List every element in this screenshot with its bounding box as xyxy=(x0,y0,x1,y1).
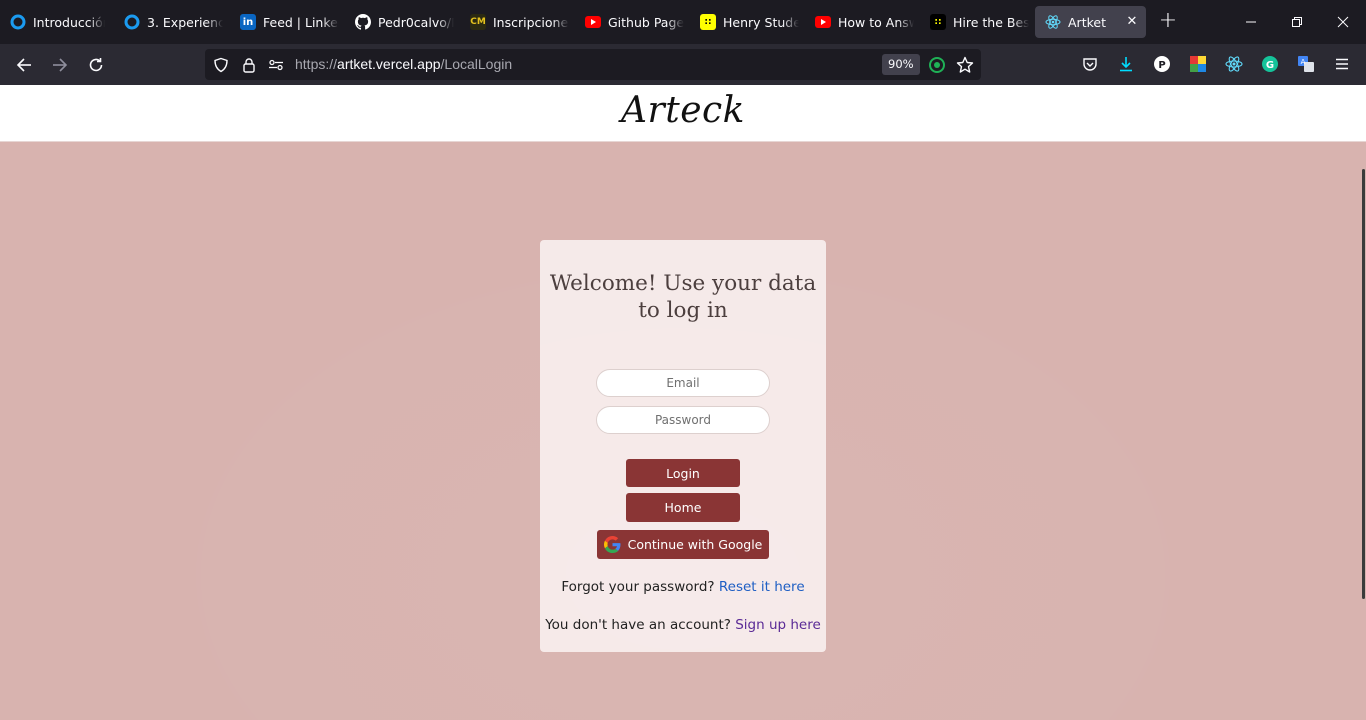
extension-colorful-icon[interactable] xyxy=(1187,53,1209,75)
signup-line: You don't have an account? Sign up here xyxy=(540,617,826,633)
tab-title: Inscripciones xyxy=(493,14,569,30)
cm-icon: CM xyxy=(470,14,486,30)
linkedin-icon: in xyxy=(240,14,256,30)
translate-icon[interactable]: A xyxy=(1295,53,1317,75)
google-icon xyxy=(603,536,621,553)
page-scrollbar[interactable] xyxy=(1360,142,1366,720)
forgot-password-text: Forgot your password? xyxy=(561,579,715,595)
shield-icon[interactable] xyxy=(212,56,230,74)
tab-github-pages[interactable]: Github Pages xyxy=(575,6,687,38)
tab-title: 3. Experiencia xyxy=(147,14,223,30)
tab-title: Feed | LinkedIn xyxy=(263,14,339,30)
grammarly-icon[interactable]: G xyxy=(1259,53,1281,75)
login-button[interactable]: Login xyxy=(626,459,740,487)
circle-o-icon xyxy=(124,14,140,30)
forward-arrow-icon[interactable] xyxy=(47,52,73,78)
tab-artket[interactable]: Artket ✕ xyxy=(1035,6,1146,38)
tab-henry-students[interactable]: :: Henry Students xyxy=(690,6,802,38)
tab-introduccion[interactable]: Introducción xyxy=(0,6,112,38)
tab-experiencia[interactable]: 3. Experiencia xyxy=(114,6,226,38)
login-heading: Welcome! Use your data to log in xyxy=(549,271,817,323)
new-tab-icon[interactable]: + xyxy=(1156,10,1180,34)
scrollbar-thumb[interactable] xyxy=(1362,169,1365,599)
tab-title: Hire the Best xyxy=(953,14,1029,30)
zoom-level-badge[interactable]: 90% xyxy=(882,54,920,75)
tab-inscripciones[interactable]: CM Inscripciones xyxy=(460,6,572,38)
tab-title: Github Pages xyxy=(608,14,684,30)
google-signin-button[interactable]: Continue with Google xyxy=(597,530,769,559)
page-viewport: Arteck Welcome! Use your data to log in … xyxy=(0,85,1366,720)
tab-title: Artket xyxy=(1068,14,1106,30)
signup-link[interactable]: Sign up here xyxy=(735,617,821,633)
react-icon xyxy=(1045,14,1061,30)
site-logo[interactable]: Arteck xyxy=(0,90,1366,131)
lock-icon[interactable] xyxy=(240,56,258,74)
tab-hire-the-best[interactable]: :: Hire the Best xyxy=(920,6,1032,38)
reset-password-link[interactable]: Reset it here xyxy=(719,579,805,595)
navigation-toolbar: https://artket.vercel.app/LocalLogin 90%… xyxy=(0,44,1366,85)
svg-text:P: P xyxy=(1158,60,1165,71)
extension-ring-icon[interactable] xyxy=(928,56,946,74)
email-field[interactable] xyxy=(596,369,770,397)
henry-icon: :: xyxy=(700,14,716,30)
tab-title: Pedr0calvo/PI xyxy=(378,14,454,30)
url-text: https://artket.vercel.app/LocalLogin xyxy=(295,56,513,72)
pocket-icon[interactable] xyxy=(1079,53,1101,75)
youtube-icon xyxy=(585,14,601,30)
close-window-icon[interactable] xyxy=(1320,0,1366,44)
home-button[interactable]: Home xyxy=(626,493,740,522)
downloads-icon[interactable] xyxy=(1115,53,1137,75)
google-button-label: Continue with Google xyxy=(627,537,763,552)
restore-icon[interactable] xyxy=(1274,0,1320,44)
reload-icon[interactable] xyxy=(83,52,109,78)
circle-o-icon xyxy=(10,14,26,30)
site-header: Arteck xyxy=(0,85,1366,142)
bookmark-star-icon[interactable] xyxy=(956,56,974,74)
back-arrow-icon[interactable] xyxy=(11,52,37,78)
permissions-icon[interactable] xyxy=(267,56,285,74)
github-icon xyxy=(355,14,371,30)
forgot-password-line: Forgot your password? Reset it here xyxy=(540,579,826,595)
password-field[interactable] xyxy=(596,406,770,434)
no-account-text: You don't have an account? xyxy=(545,617,731,633)
tab-github[interactable]: Pedr0calvo/PI xyxy=(345,6,457,38)
minimize-icon[interactable] xyxy=(1228,0,1274,44)
tab-title: How to Answer xyxy=(838,14,914,30)
menu-hamburger-icon[interactable] xyxy=(1331,53,1353,75)
henry-icon: :: xyxy=(930,14,946,30)
svg-text:G: G xyxy=(1266,60,1274,71)
react-devtools-icon[interactable] xyxy=(1223,53,1245,75)
svg-text:A: A xyxy=(1301,58,1306,66)
tab-title: Henry Students xyxy=(723,14,799,30)
tab-how-to-answer[interactable]: How to Answer xyxy=(805,6,917,38)
login-card: Welcome! Use your data to log in Login H… xyxy=(540,240,826,652)
youtube-icon xyxy=(815,14,831,30)
close-tab-icon[interactable]: ✕ xyxy=(1124,14,1140,30)
tab-title: Introducción xyxy=(33,14,105,30)
tab-strip: Introducción 3. Experiencia in Feed | Li… xyxy=(0,0,1366,44)
address-bar[interactable]: https://artket.vercel.app/LocalLogin 90% xyxy=(205,49,981,80)
tab-linkedin[interactable]: in Feed | LinkedIn xyxy=(230,6,342,38)
extension-p-icon[interactable]: P xyxy=(1151,53,1173,75)
